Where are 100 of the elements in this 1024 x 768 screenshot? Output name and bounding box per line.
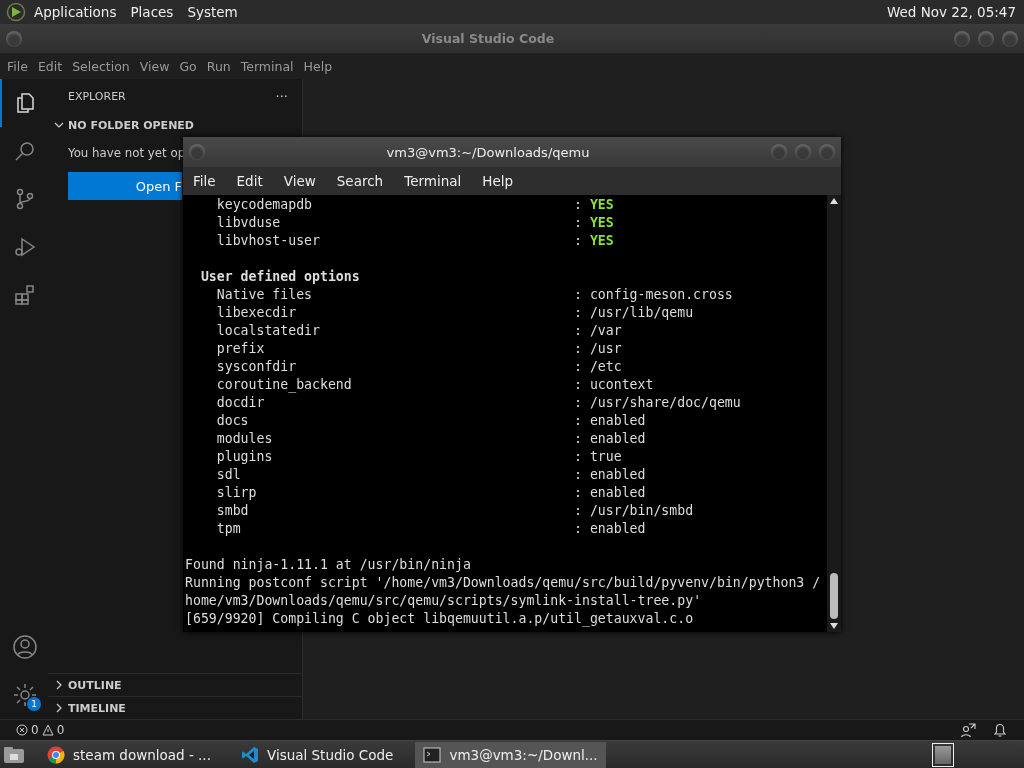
option-value: /usr/lib/qemu [589,304,694,322]
scroll-down-icon[interactable] [830,623,838,629]
separator-text: : [574,232,583,250]
menu-item[interactable]: Edit [236,173,263,189]
more-actions-button[interactable]: ··· [275,89,288,105]
option-value: ucontext [589,376,654,394]
output-line: [659/9920] Compiling C object libqemuutil.a.p/util_getauxval.c.o [185,610,694,628]
code-editor-icon [240,745,259,764]
taskbar-button[interactable]: vm3@vm3:~/Downl... [415,741,606,768]
option-name: smbd [216,502,250,520]
problems-indicator[interactable]: 0 0 [16,723,65,738]
settings-icon[interactable] [12,682,38,709]
menu-item[interactable]: Terminal [240,58,294,74]
panel-menu[interactable]: Applications [34,4,117,21]
option-value: /var [589,322,622,340]
option-value: true [589,448,622,466]
separator-text: : [574,322,583,340]
menu-item[interactable]: File [193,173,216,189]
extensions-icon [13,283,37,308]
scrollbar-thumb[interactable] [830,573,838,619]
option-value: config-meson.cross [589,286,733,304]
separator-text: : [574,358,583,376]
separator-text: : [574,286,583,304]
open-folder-button[interactable]: Open F [68,172,182,201]
menu-item[interactable]: Selection [72,58,130,74]
menu-item[interactable]: Run [206,58,231,74]
separator-text: : [574,520,583,538]
separator-text: : [574,502,583,520]
show-desktop-icon[interactable] [3,745,25,764]
option-name: localstatedir [216,322,321,340]
separator-text: : [574,466,583,484]
account-icon[interactable] [12,634,38,661]
option-name: prefix [216,340,266,358]
section-header[interactable]: OUTLINE [48,673,302,697]
option-value: /etc [589,358,622,376]
menu-item[interactable]: Search [336,173,384,189]
option-name: sdl [216,466,242,484]
output-line: home/vm3/Downloads/qemu/src/qemu/scripts/symlink-install-tree.py' [185,592,702,610]
chevron-right-icon [54,680,64,691]
separator-text: : [574,394,583,412]
menu-item[interactable]: View [139,58,170,74]
bell-icon[interactable] [992,722,1008,739]
panel-menu[interactable]: System [187,4,238,21]
separator-text: : [574,448,583,466]
clock[interactable]: Wed Nov 22, 05:47 [886,4,1016,21]
window-title: Visual Studio Code [420,31,556,47]
separator-text: : [574,430,583,448]
menu-item[interactable]: File [7,58,28,74]
option-name: coroutine_backend [216,376,353,394]
option-value: YES [589,232,614,250]
window-title: vm3@vm3:~/Downloads/qemu [385,144,591,160]
separator-text: : [574,412,583,430]
option-name: Native files [216,286,314,304]
menu-item[interactable]: Edit [37,58,63,74]
option-value: enabled [589,466,646,484]
option-name: plugins [216,448,274,466]
option-value: /usr/share/doc/qemu [589,394,741,412]
option-value: /usr/bin/smbd [589,502,694,520]
section-heading: User defined options [200,268,360,286]
output-line: Found ninja-1.11.1 at /usr/bin/ninja [185,556,471,574]
option-value: enabled [589,484,646,502]
separator-text: : [574,484,583,502]
option-value: YES [589,196,614,214]
option-value: enabled [589,520,646,538]
scroll-up-icon[interactable] [830,198,838,204]
separator-text: : [574,214,583,232]
option-value: /usr [589,340,622,358]
menu-item[interactable]: Help [303,58,333,74]
browser-icon [47,745,65,764]
separator-text: : [574,376,583,394]
scrollbar[interactable] [827,195,841,632]
separator-text: : [574,196,583,214]
menu-item[interactable]: Terminal [404,173,462,189]
taskbar-button[interactable]: steam download - ... [39,741,219,768]
menu-logo-icon[interactable] [6,2,26,23]
person-arrow-icon[interactable] [960,722,976,739]
output-line: Running postconf script '/home/vm3/Downloads/qemu/src/build/pyvenv/bin/python3 / [185,574,821,592]
option-name: libexecdir [216,304,298,322]
option-name: modules [216,430,274,448]
option-name: sysconfdir [216,358,298,376]
separator-text: : [574,340,583,358]
menu-item[interactable]: Help [482,173,514,189]
chevron-right-icon [54,703,64,714]
taskbar-button[interactable]: Visual Studio Code [232,741,402,768]
separator-text: : [574,304,583,322]
option-name: slirp [216,484,258,502]
section-header[interactable]: NO FOLDER OPENED [48,114,302,137]
option-name: docdir [216,394,266,412]
sidebar-title: EXPLORER [68,90,126,104]
notification-badge: 1 [27,697,41,712]
workspace-switcher[interactable] [932,742,954,767]
option-value: enabled [589,412,646,430]
menu-item[interactable]: View [283,173,316,189]
terminal-icon [423,746,442,763]
menu-item[interactable]: Go [179,58,197,74]
option-name: docs [216,412,250,430]
panel-menu[interactable]: Places [130,4,174,21]
option-name: libvduse [216,214,282,232]
option-name: tpm [216,520,242,538]
option-name: keycodemapdb [216,196,314,214]
